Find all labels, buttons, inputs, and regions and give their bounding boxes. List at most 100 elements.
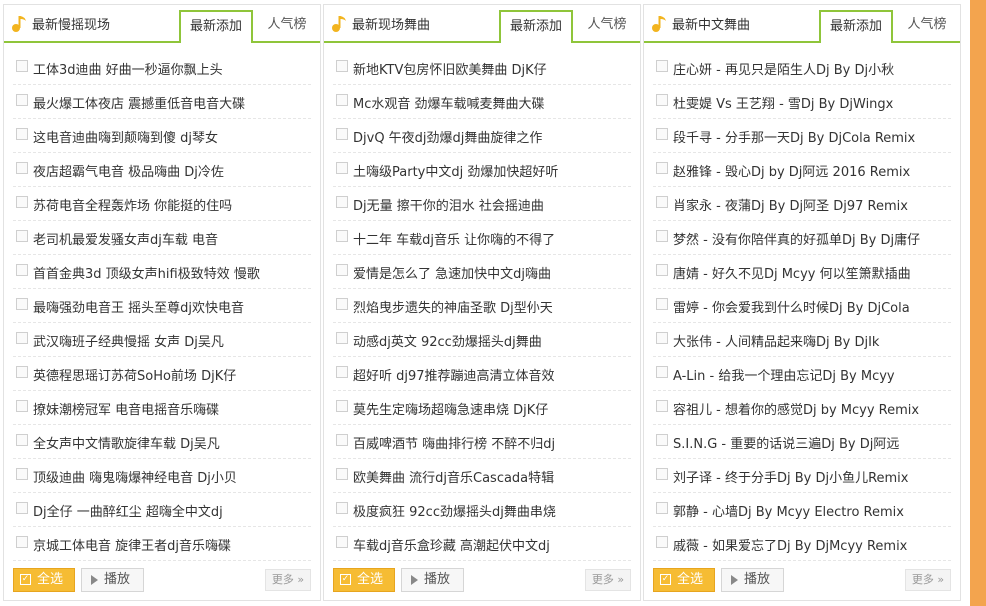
tab-popularity[interactable]: 人气榜 <box>576 10 638 41</box>
song-link[interactable]: 郭静 - 心墙Dj By Mcyy Electro Remix <box>673 501 904 520</box>
song-link[interactable]: 新地KTV包房怀旧欧美舞曲 DjK仔 <box>353 59 547 78</box>
song-checkbox[interactable] <box>336 468 348 480</box>
song-link[interactable]: Mc水观音 劲爆车载喊麦舞曲大碟 <box>353 93 545 112</box>
song-checkbox[interactable] <box>16 434 28 446</box>
song-link[interactable]: 全女声中文情歌旋律车载 Dj吴凡 <box>33 433 220 452</box>
song-link[interactable]: 武汉嗨班子经典慢摇 女声 Dj吴凡 <box>33 331 224 350</box>
song-checkbox[interactable] <box>656 230 668 242</box>
song-checkbox[interactable] <box>16 196 28 208</box>
song-link[interactable]: 梦然 - 没有你陪伴真的好孤单Dj By Dj庸仔 <box>673 229 920 248</box>
song-checkbox[interactable] <box>656 502 668 514</box>
song-link[interactable]: 撩妹潮榜冠军 电音电摇音乐嗨碟 <box>33 399 219 418</box>
song-checkbox[interactable] <box>336 536 348 548</box>
song-link[interactable]: 土嗨级Party中文dj 劲爆加快超好听 <box>353 161 558 180</box>
song-checkbox[interactable] <box>336 60 348 72</box>
more-button[interactable]: 更多 » <box>585 569 631 591</box>
song-link[interactable]: S.I.N.G - 重要的话说三遍Dj By Dj阿远 <box>673 433 899 452</box>
song-link[interactable]: 欧美舞曲 流行dj音乐Cascada特辑 <box>353 467 554 486</box>
play-button[interactable]: 播放 <box>721 568 784 592</box>
song-checkbox[interactable] <box>16 502 28 514</box>
song-link[interactable]: DjvQ 午夜dj劲爆dj舞曲旋律之作 <box>353 127 542 146</box>
song-link[interactable]: 烈焰曳步遗失的神庙圣歌 Dj型仦天 <box>353 297 553 316</box>
tab-latest-added[interactable]: 最新添加 <box>819 10 893 43</box>
song-checkbox[interactable] <box>656 128 668 140</box>
song-link[interactable]: 肖家永 - 夜蒲Dj By Dj阿圣 Dj97 Remix <box>673 195 908 214</box>
song-checkbox[interactable] <box>336 196 348 208</box>
song-link[interactable]: 容祖儿 - 想着你的感觉Dj by Mcyy Remix <box>673 399 919 418</box>
song-link[interactable]: 莫先生定嗨场超嗨急速串烧 DjK仔 <box>353 399 548 418</box>
song-checkbox[interactable] <box>336 332 348 344</box>
song-link[interactable]: 雷婷 - 你会爱我到什么时候Dj By DjCola <box>673 297 910 316</box>
song-checkbox[interactable] <box>336 264 348 276</box>
song-checkbox[interactable] <box>656 162 668 174</box>
song-checkbox[interactable] <box>16 298 28 310</box>
song-checkbox[interactable] <box>16 128 28 140</box>
song-checkbox[interactable] <box>16 230 28 242</box>
tab-latest-added[interactable]: 最新添加 <box>499 10 573 43</box>
song-checkbox[interactable] <box>16 468 28 480</box>
tab-latest-added[interactable]: 最新添加 <box>179 10 253 43</box>
song-link[interactable]: 夜店超霸气电音 极品嗨曲 Dj冷佐 <box>33 161 224 180</box>
song-checkbox[interactable] <box>336 366 348 378</box>
song-link[interactable]: 庄心妍 - 再见只是陌生人Dj By Dj小秋 <box>673 59 894 78</box>
song-link[interactable]: 车载dj音乐盒珍藏 高潮起伏中文dj <box>353 535 550 554</box>
select-all-button[interactable]: ✓ 全选 <box>333 568 395 592</box>
song-checkbox[interactable] <box>336 434 348 446</box>
song-checkbox[interactable] <box>656 298 668 310</box>
song-checkbox[interactable] <box>336 298 348 310</box>
song-checkbox[interactable] <box>656 366 668 378</box>
song-link[interactable]: 段千寻 - 分手那一天Dj By DjCola Remix <box>673 127 915 146</box>
play-button[interactable]: 播放 <box>401 568 464 592</box>
song-link[interactable]: 赵雅锋 - 毁心Dj by Dj阿远 2016 Remix <box>673 161 910 180</box>
play-button[interactable]: 播放 <box>81 568 144 592</box>
song-checkbox[interactable] <box>16 332 28 344</box>
song-checkbox[interactable] <box>656 94 668 106</box>
song-link[interactable]: 超好听 dj97推荐蹦迪高清立体音效 <box>353 365 555 384</box>
song-checkbox[interactable] <box>656 264 668 276</box>
song-checkbox[interactable] <box>656 196 668 208</box>
song-link[interactable]: 最火爆工体夜店 震撼重低音电音大碟 <box>33 93 245 112</box>
song-checkbox[interactable] <box>16 264 28 276</box>
more-button[interactable]: 更多 » <box>905 569 951 591</box>
song-checkbox[interactable] <box>16 400 28 412</box>
song-link[interactable]: 工体3d迪曲 好曲一秒逼你飘上头 <box>33 59 223 78</box>
song-checkbox[interactable] <box>16 94 28 106</box>
song-link[interactable]: 唐婧 - 好久不见Dj Mcyy 何以笙箫默插曲 <box>673 263 911 282</box>
song-link[interactable]: 苏荷电音全程轰炸场 你能挺的住吗 <box>33 195 232 214</box>
song-link[interactable]: Dj全仔 一曲醉红尘 超嗨全中文dj <box>33 501 223 520</box>
song-link[interactable]: 英德程思瑶订苏荷SoHo前场 DjK仔 <box>33 365 236 384</box>
more-button[interactable]: 更多 » <box>265 569 311 591</box>
song-checkbox[interactable] <box>336 128 348 140</box>
song-link[interactable]: 爱情是怎么了 急速加快中文dj嗨曲 <box>353 263 551 282</box>
song-link[interactable]: 最嗨强劲电音王 摇头至尊dj欢快电音 <box>33 297 244 316</box>
song-checkbox[interactable] <box>336 162 348 174</box>
song-link[interactable]: Dj无量 擦干你的泪水 社会摇迪曲 <box>353 195 544 214</box>
song-link[interactable]: 十二年 车载dj音乐 让你嗨的不得了 <box>353 229 555 248</box>
song-link[interactable]: 杜雯媞 Vs 王艺翔 - 雪Dj By DjWingx <box>673 93 893 112</box>
tab-popularity[interactable]: 人气榜 <box>896 10 958 41</box>
song-link[interactable]: 大张伟 - 人间精品起来嗨Dj By DjIk <box>673 331 879 350</box>
song-link[interactable]: 动感dj英文 92cc劲爆摇头dj舞曲 <box>353 331 542 350</box>
song-checkbox[interactable] <box>336 230 348 242</box>
song-checkbox[interactable] <box>656 468 668 480</box>
song-checkbox[interactable] <box>656 400 668 412</box>
song-link[interactable]: A-Lin - 给我一个理由忘记Dj By Mcyy <box>673 365 895 384</box>
song-checkbox[interactable] <box>16 60 28 72</box>
song-link[interactable]: 京城工体电音 旋律王者dj音乐嗨碟 <box>33 535 231 554</box>
song-checkbox[interactable] <box>656 60 668 72</box>
song-link[interactable]: 戚薇 - 如果爱忘了Dj By DjMcyy Remix <box>673 535 907 554</box>
song-checkbox[interactable] <box>656 434 668 446</box>
song-checkbox[interactable] <box>336 400 348 412</box>
select-all-button[interactable]: ✓ 全选 <box>653 568 715 592</box>
song-checkbox[interactable] <box>16 366 28 378</box>
song-checkbox[interactable] <box>16 162 28 174</box>
song-link[interactable]: 这电音迪曲嗨到颠嗨到傻 dj琴女 <box>33 127 218 146</box>
select-all-button[interactable]: ✓ 全选 <box>13 568 75 592</box>
song-link[interactable]: 极度疯狂 92cc劲爆摇头dj舞曲串烧 <box>353 501 556 520</box>
song-checkbox[interactable] <box>336 502 348 514</box>
song-link[interactable]: 顶级迪曲 嗨鬼嗨爆神经电音 Dj小贝 <box>33 467 237 486</box>
song-checkbox[interactable] <box>16 536 28 548</box>
song-link[interactable]: 首首金典3d 顶级女声hifi极致特效 慢歌 <box>33 263 260 282</box>
tab-popularity[interactable]: 人气榜 <box>256 10 318 41</box>
song-link[interactable]: 刘子译 - 终于分手Dj By Dj小鱼儿Remix <box>673 467 909 486</box>
